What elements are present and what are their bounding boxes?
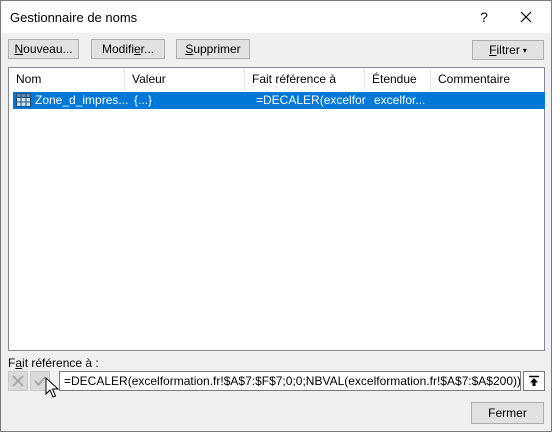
close-button[interactable]: Fermer — [471, 402, 544, 424]
close-window-button[interactable] — [511, 5, 541, 29]
row-name: Zone_d_impres... — [35, 93, 129, 107]
edit-button-label: r... — [140, 42, 155, 56]
collapse-dialog-button[interactable] — [523, 371, 545, 391]
cancel-x-icon — [12, 375, 24, 387]
help-button[interactable]: ? — [471, 5, 497, 29]
delete-button-accel: S — [185, 42, 194, 56]
refers-to-input[interactable]: =DECALER(excelformation.fr!$A$7:$F$7;0;0… — [59, 371, 521, 391]
row-refers-to: =DECALER(excelfor... — [256, 93, 366, 107]
filter-button-accel: F — [489, 43, 497, 57]
delete-button-label: upprimer — [193, 42, 241, 56]
close-icon — [520, 11, 532, 23]
named-range-grid-icon — [16, 93, 31, 107]
chevron-down-icon: ▾ — [522, 45, 527, 55]
cancel-edit-button[interactable] — [8, 371, 28, 391]
title-bar: Gestionnaire de noms ? — [1, 1, 551, 33]
new-button-label: ouveau... — [23, 42, 73, 56]
filter-button-label: iltrer — [496, 43, 520, 57]
mouse-cursor-icon — [45, 377, 59, 398]
row-value: {...} — [134, 93, 153, 107]
name-manager-dialog: Gestionnaire de noms ? Nouveau... Modifi… — [0, 0, 552, 432]
filter-button[interactable]: Filtrer ▾ — [472, 40, 544, 60]
delete-button[interactable]: Supprimer — [176, 39, 250, 59]
row-comment — [438, 92, 543, 109]
refers-to-label-rest: it référence à : — [22, 356, 99, 370]
edit-button[interactable]: Modifi e r... — [91, 39, 165, 59]
new-button-accel: N — [14, 42, 24, 56]
edit-button-accel: e — [133, 42, 141, 56]
column-header-value[interactable]: Valeur — [125, 68, 245, 90]
table-row[interactable]: Zone_d_impres... {...} =DECALER(excelfor… — [13, 92, 545, 109]
column-header-refers-to[interactable]: Fait référence à — [245, 68, 365, 90]
row-scope: excelfor... — [374, 93, 426, 107]
window-title: Gestionnaire de noms — [10, 10, 138, 25]
names-list[interactable]: Nom Valeur Fait référence à Étendue Comm… — [8, 67, 545, 351]
collapse-up-arrow-icon — [529, 375, 539, 386]
close-button-label: Fermer — [488, 406, 527, 420]
column-header-comment[interactable]: Commentaire — [431, 68, 544, 90]
column-header-scope[interactable]: Étendue — [365, 68, 431, 90]
list-header: Nom Valeur Fait référence à Étendue Comm… — [9, 68, 544, 90]
column-header-name[interactable]: Nom — [9, 68, 125, 90]
new-button[interactable]: Nouveau... — [8, 39, 79, 59]
refers-to-label: Fait référence à : — [8, 356, 99, 370]
edit-button-label-pre: Modifi — [101, 42, 134, 56]
